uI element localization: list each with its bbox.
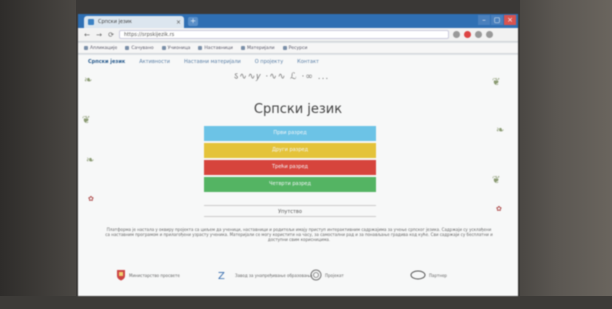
grade-3-button[interactable]: Трећи разред (204, 160, 376, 175)
address-bar[interactable]: https://srpskijezik.rs (119, 30, 449, 39)
back-icon[interactable]: ← (83, 31, 91, 39)
monitor-bezel-left (0, 0, 76, 309)
new-tab-button[interactable]: + (188, 17, 198, 26)
browser-tab-bar: Српски језик × + – ▢ × (78, 14, 518, 28)
nav-item-activities[interactable]: Активности (139, 59, 170, 65)
bookmark-item[interactable]: Сачувано (125, 46, 154, 51)
nav-item-about[interactable]: О пројекту (255, 59, 283, 65)
window-controls: – ▢ × (478, 15, 516, 25)
instructions-button[interactable]: Упутство (204, 205, 376, 217)
bookmark-item[interactable]: Материјали (240, 46, 275, 51)
leaf-decoration-icon: ❧ (86, 155, 95, 166)
extension-icon[interactable] (464, 31, 471, 38)
decorative-header: ऽ∿∿𝑦 ·∿∿ ℒ ·∞ ... (228, 69, 358, 82)
grade-2-button[interactable]: Други разред (204, 143, 376, 158)
site-logo[interactable]: Српски језик (88, 59, 125, 65)
reload-icon[interactable]: ⟳ (107, 31, 115, 39)
nav-item-materials[interactable]: Наставни материјали (184, 59, 241, 65)
bookmark-icon (84, 46, 88, 50)
bookmark-item[interactable]: Учионица (161, 46, 190, 51)
flower-decoration-icon: ✿ (496, 205, 502, 213)
leaf-decoration-icon: ❧ (496, 125, 505, 136)
profile-icon[interactable] (475, 31, 482, 38)
bookmarks-bar: Апликације Сачувано Учионица Наставници … (78, 43, 518, 54)
monitor-bezel-right (520, 0, 612, 309)
page-title: Српски језик (253, 102, 343, 117)
partner-logo-icon (410, 270, 426, 280)
browser-toolbar: ← → ⟳ https://srpskijezik.rs (78, 28, 518, 42)
institute-logo: Z Завод за унапређивање образовања (218, 271, 313, 281)
menu-icon[interactable] (486, 31, 493, 38)
monitor-bezel-bottom (0, 296, 612, 309)
browser-tab[interactable]: Српски језик × (84, 16, 184, 28)
favicon-icon (88, 19, 94, 25)
leaf-decoration-icon: ❧ (84, 75, 93, 86)
nav-item-contact[interactable]: Контакт (297, 59, 319, 65)
bookmark-item[interactable]: Ресурси (282, 46, 307, 51)
notice-text: Платформа је настала у оквиру пројекта с… (105, 227, 493, 243)
tab-close-icon[interactable]: × (176, 19, 184, 26)
bookmark-icon (125, 46, 130, 50)
partner-logos: Министарство просвете Z Завод за унапређ… (78, 269, 518, 293)
star-icon[interactable] (453, 31, 460, 38)
grade-4-button[interactable]: Четврти разред (204, 177, 376, 192)
site-nav: Српски језик Активности Наставни материј… (78, 55, 518, 69)
grade-1-button[interactable]: Први разред (204, 126, 376, 141)
tab-title: Српски језик (98, 19, 132, 25)
maximize-button[interactable]: ▢ (491, 15, 503, 25)
svg-text:Z: Z (218, 271, 225, 281)
bookmark-item[interactable]: Апликације (84, 46, 117, 51)
minimize-button[interactable]: – (478, 15, 490, 25)
bookmark-icon (240, 46, 245, 50)
ministry-logo: Министарство просвете (116, 269, 180, 281)
close-window-button[interactable]: × (504, 15, 516, 25)
seal-logo: Пројекат (310, 269, 344, 281)
leaf-decoration-icon: ❦ (492, 175, 501, 186)
seal-icon (310, 269, 322, 281)
monitor-screen: Српски језик × + – ▢ × ← → ⟳ https://srp… (78, 14, 518, 296)
coat-of-arms-icon (117, 270, 125, 281)
bookmark-icon (282, 46, 287, 50)
forward-icon[interactable]: → (95, 31, 103, 39)
leaf-decoration-icon: ❦ (492, 77, 501, 88)
bookmark-item[interactable]: Наставници (198, 46, 233, 51)
flower-decoration-icon: ✿ (88, 195, 94, 203)
institute-logo-icon: Z (218, 271, 225, 281)
bookmark-icon (198, 46, 203, 50)
decorative-glyphs: ऽ∿∿𝑦 ·∿∿ ℒ ·∞ ... (234, 72, 330, 82)
bookmark-icon (161, 46, 166, 50)
partner-logo: Партнер (410, 269, 447, 281)
web-page: Српски језик Активности Наставни материј… (78, 55, 518, 296)
